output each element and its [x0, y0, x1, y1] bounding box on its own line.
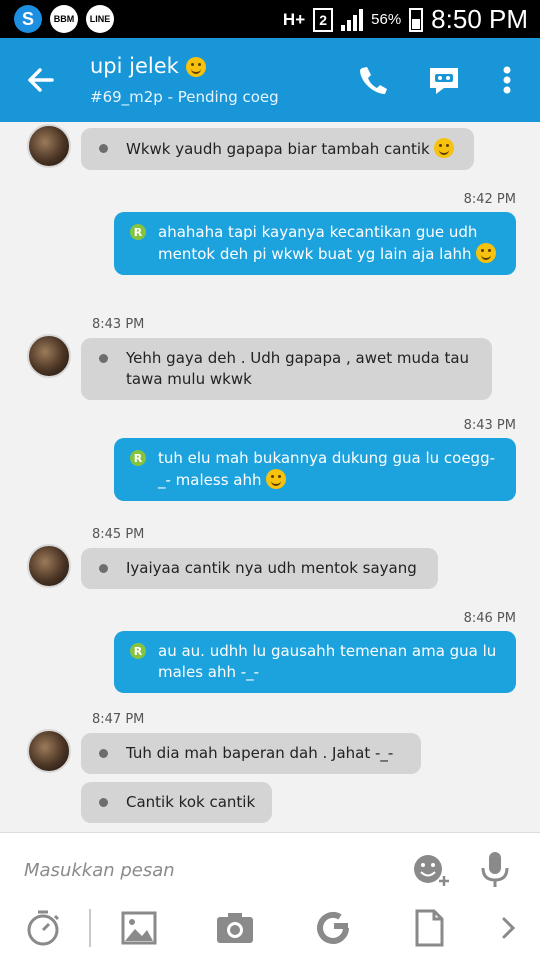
toolbar-divider	[89, 909, 91, 947]
unread-dot-icon	[99, 564, 108, 573]
chevron-right-icon[interactable]	[488, 907, 530, 949]
system-status: H+ 2 56% 8:50 PM	[283, 4, 528, 35]
outgoing-message[interactable]: R ahahaha tapi kayanya kecantikan gue ud…	[114, 212, 516, 275]
bbm-icon: BBM	[50, 5, 78, 33]
battery-percent: 56%	[371, 11, 402, 28]
incoming-message[interactable]: Yehh gaya deh . Udh gapapa , awet muda t…	[81, 338, 492, 400]
incoming-message[interactable]: Tuh dia mah baperan dah . Jahat -_-	[81, 733, 421, 774]
chat-title[interactable]: upi jelek	[90, 54, 206, 78]
s-app-icon: S	[14, 5, 42, 33]
file-icon[interactable]	[408, 907, 450, 949]
camera-icon[interactable]	[214, 907, 256, 949]
chat-title-text: upi jelek	[90, 54, 179, 78]
emoji-add-icon[interactable]	[410, 848, 452, 890]
line-icon: LINE	[86, 5, 114, 33]
compose-bar	[0, 832, 540, 960]
message-text: tuh elu mah bukannya dukung gua lu coegg…	[158, 449, 496, 489]
message-text: Cantik kok cantik	[126, 793, 256, 811]
message-text: Yehh gaya deh . Udh gapapa , awet muda t…	[126, 349, 470, 388]
rolling-laugh-emoji-icon	[476, 243, 497, 263]
video-chat-icon[interactable]	[424, 60, 464, 100]
message-time: 8:45 PM	[92, 527, 145, 542]
message-text: ahahaha tapi kayanya kecantikan gue udh …	[158, 223, 478, 263]
clock: 8:50 PM	[431, 4, 528, 34]
read-badge: R	[130, 643, 146, 659]
message-text: Iyaiyaa cantik nya udh mentok sayang	[126, 559, 417, 577]
timer-icon[interactable]	[22, 907, 64, 949]
incoming-message[interactable]: Wkwk yaudh gapapa biar tambah cantik	[81, 128, 474, 170]
read-badge: R	[130, 450, 146, 466]
phone-icon[interactable]	[352, 60, 392, 100]
status-bar: S BBM LINE H+ 2 56% 8:50 PM	[0, 0, 540, 38]
chat-header: upi jelek #69_m2p - Pending coeg	[0, 38, 540, 122]
signal-icon	[341, 8, 364, 31]
outgoing-message[interactable]: R tuh elu mah bukannya dukung gua lu coe…	[114, 438, 516, 501]
message-time: 8:43 PM	[92, 317, 145, 332]
message-time: 8:43 PM	[463, 418, 516, 433]
unread-dot-icon	[99, 144, 108, 153]
message-time: 8:47 PM	[92, 712, 145, 727]
image-icon[interactable]	[118, 907, 160, 949]
more-vert-icon[interactable]	[487, 60, 527, 100]
notification-icons: S BBM LINE	[14, 5, 114, 33]
unread-dot-icon	[99, 798, 108, 807]
message-text: au au. udhh lu gausahh temenan ama gua l…	[158, 642, 497, 681]
message-time: 8:42 PM	[463, 192, 516, 207]
outgoing-message[interactable]: R au au. udhh lu gausahh temenan ama gua…	[114, 631, 516, 693]
avatar[interactable]	[27, 729, 71, 773]
incoming-message[interactable]: Cantik kok cantik	[81, 782, 272, 823]
message-text: Tuh dia mah baperan dah . Jahat -_-	[126, 744, 394, 762]
avatar[interactable]	[27, 124, 71, 168]
read-badge: R	[130, 224, 146, 240]
chat-subtitle: #69_m2p - Pending coeg	[90, 88, 279, 106]
message-text: Wkwk yaudh gapapa biar tambah cantik	[126, 140, 430, 158]
laughing-emoji-icon	[434, 138, 455, 158]
battery-icon	[409, 7, 424, 32]
message-input[interactable]	[24, 855, 384, 885]
refresh-icon[interactable]	[312, 907, 354, 949]
avatar[interactable]	[27, 544, 71, 588]
laughing-emoji-icon	[185, 57, 206, 77]
unamused-emoji-icon	[266, 469, 287, 489]
microphone-icon[interactable]	[474, 848, 516, 890]
message-time: 8:46 PM	[463, 611, 516, 626]
avatar[interactable]	[27, 334, 71, 378]
network-type: H+	[282, 9, 306, 29]
incoming-message[interactable]: Iyaiyaa cantik nya udh mentok sayang	[81, 548, 438, 589]
back-arrow-icon[interactable]	[22, 62, 62, 98]
sim-indicator: 2	[313, 7, 334, 32]
unread-dot-icon	[99, 354, 108, 363]
unread-dot-icon	[99, 749, 108, 758]
